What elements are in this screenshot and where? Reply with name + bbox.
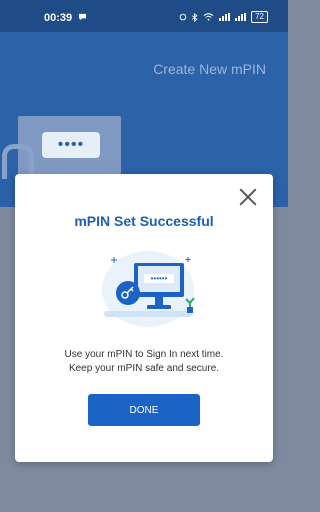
wifi-icon <box>203 13 214 21</box>
page-title: Create New mPIN <box>153 61 266 77</box>
status-time: 00:39 <box>44 12 73 24</box>
close-icon[interactable] <box>239 188 257 206</box>
dialog-title: mPIN Set Successful <box>74 213 214 229</box>
plant-pot <box>187 307 193 313</box>
signal-icon-2 <box>235 13 247 21</box>
message-line-1: Use your mPIN to Sign In next time. <box>64 349 224 360</box>
notification-icon <box>78 13 87 21</box>
illustration-pin: •••••• <box>151 274 168 283</box>
dialog-message: Use your mPIN to Sign In next time. Keep… <box>15 348 273 376</box>
status-bar: 00:39 72 <box>0 0 288 32</box>
signal-icon <box>219 13 231 21</box>
battery-icon: 72 <box>251 11 268 23</box>
monitor-stand <box>155 297 163 305</box>
bluetooth-icon <box>192 12 198 22</box>
message-line-2: Keep your mPIN safe and secure. <box>68 363 220 374</box>
alarm-icon <box>179 13 187 21</box>
sparkle-icon-2 <box>185 257 191 262</box>
monitor-foot <box>147 305 171 309</box>
success-dialog: mPIN Set Successful •••••• Use your mPIN… <box>15 174 273 462</box>
illustration-base <box>104 311 192 317</box>
success-illustration: •••••• <box>102 251 195 327</box>
status-icons: 72 <box>179 11 268 23</box>
pin-mask: •••• <box>42 132 100 158</box>
done-button[interactable]: DONE <box>88 394 200 426</box>
